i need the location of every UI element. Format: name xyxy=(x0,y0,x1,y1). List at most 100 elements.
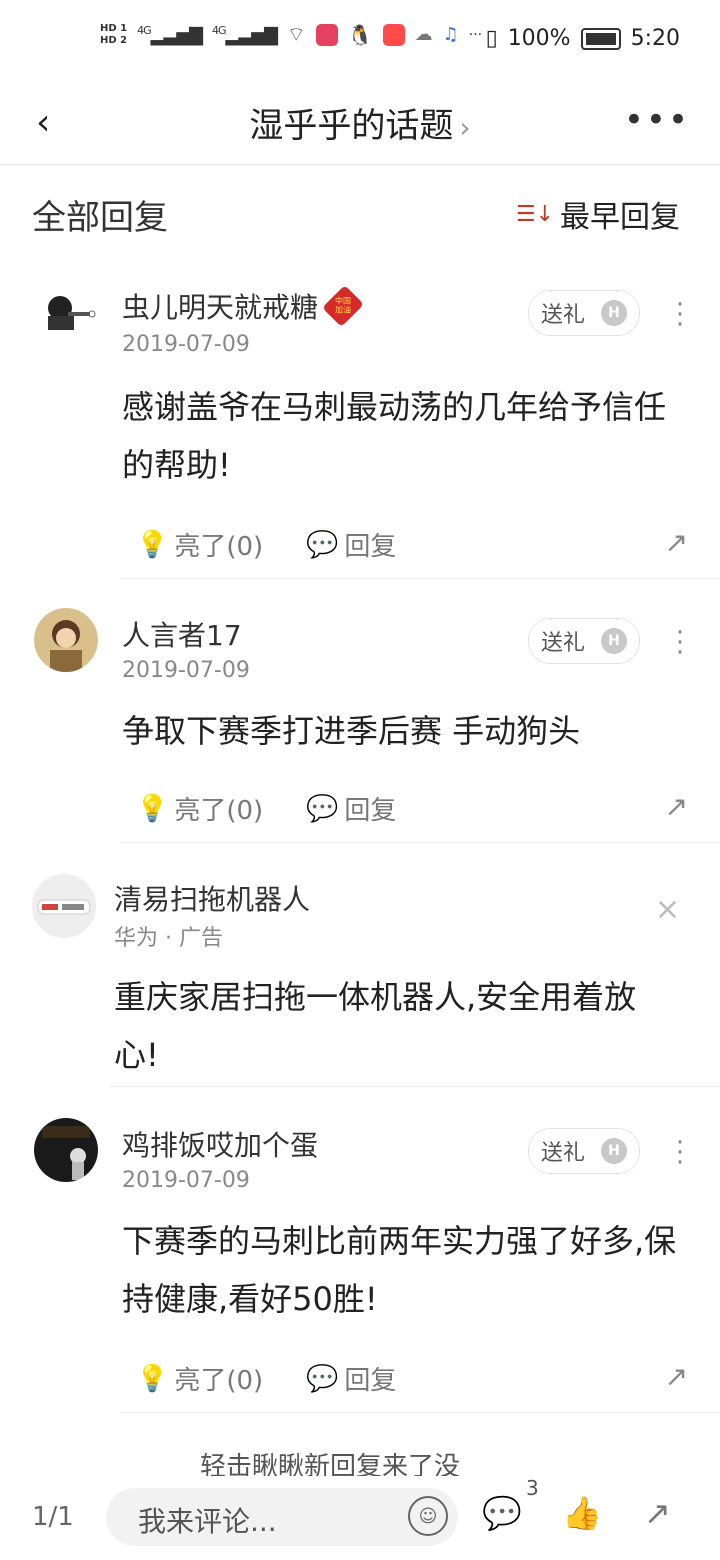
sort-icon: ☰↓ xyxy=(515,201,554,227)
username[interactable]: 鸡排饭哎加个蛋 xyxy=(122,1124,318,1164)
reader-app-icon xyxy=(315,23,338,46)
page-title[interactable]: 湿乎乎的话题 › xyxy=(0,98,720,147)
gift-label: 送礼 xyxy=(540,631,585,656)
wifi-icon: ⌔ xyxy=(286,22,306,46)
nav-bar: ‹ 湿乎乎的话题 › ••• xyxy=(0,84,720,165)
post-date: 2019-07-09 xyxy=(122,1168,250,1193)
comments-icon[interactable]: 💬 xyxy=(482,1494,522,1532)
lightbulb-icon: 💡 xyxy=(136,1363,169,1394)
ad-content: 重庆家居扫拖一体机器人,安全用着放心! xyxy=(114,978,637,1074)
battery-icon xyxy=(580,27,621,50)
gift-label: 送礼 xyxy=(540,303,585,328)
ad-meta: 华为 · 广告 xyxy=(114,926,223,951)
username[interactable]: 人言者17 xyxy=(122,614,242,654)
ad-avatar xyxy=(32,874,96,938)
avatar[interactable] xyxy=(34,1118,98,1182)
comment-input[interactable]: 我来评论... ☺ xyxy=(106,1488,458,1546)
qq-icon: 🐧 xyxy=(347,22,373,47)
china-badge: 中国加油 xyxy=(322,285,364,327)
status-left: HD 1 HD 2 4G▂▃▅▇ 4G▂▃▅▇ ⌔ 🐧 ☁ ♫ ··· xyxy=(100,22,482,47)
reply-label: 回复 xyxy=(344,1366,397,1396)
coin-icon: H xyxy=(601,628,627,654)
divider xyxy=(110,1086,720,1087)
vibrate-icon: ▯ xyxy=(485,26,498,51)
divider xyxy=(120,842,720,843)
share-icon[interactable]: ↗ xyxy=(665,1360,688,1393)
close-icon[interactable]: × xyxy=(655,892,680,927)
like-label: 亮了(0) xyxy=(174,532,264,562)
reply-button[interactable]: 💬 回复 xyxy=(306,790,396,827)
gift-button[interactable]: 送礼 H xyxy=(528,618,640,664)
share-icon[interactable]: ↗ xyxy=(644,1494,671,1532)
avatar[interactable] xyxy=(34,284,98,348)
reply-content: 下赛季的马刺比前两年实力强了好多,保持健康,看好50胜! xyxy=(122,1222,677,1318)
reply-button[interactable]: 💬 回复 xyxy=(306,1360,396,1397)
comment-icon: 💬 xyxy=(306,793,339,824)
battery-percent: 100% xyxy=(507,26,571,51)
kebab-menu-icon[interactable]: · · · xyxy=(674,292,686,338)
status-bar: HD 1 HD 2 4G▂▃▅▇ 4G▂▃▅▇ ⌔ 🐧 ☁ ♫ ··· ▯ 10… xyxy=(0,0,720,84)
bottom-bar: 1/1 我来评论... ☺ 💬 3 👍 ↗ xyxy=(0,1476,720,1560)
post-date: 2019-07-09 xyxy=(122,332,250,357)
all-replies-label: 全部回复 xyxy=(32,198,168,238)
like-button[interactable]: 💡 亮了(0) xyxy=(136,1360,263,1397)
kebab-menu-icon[interactable]: · · · xyxy=(674,1130,686,1176)
lightbulb-icon: 💡 xyxy=(136,529,169,560)
clock: 5:20 xyxy=(630,26,680,51)
kebab-menu-icon[interactable]: · · · xyxy=(674,620,686,666)
comment-icon: 💬 xyxy=(306,529,339,560)
reply-label: 回复 xyxy=(344,532,397,562)
gift-button[interactable]: 送礼 H xyxy=(528,290,640,336)
like-label: 亮了(0) xyxy=(174,1366,264,1396)
share-icon[interactable]: ↗ xyxy=(665,526,688,559)
reply-button[interactable]: 💬 回复 xyxy=(306,526,396,563)
more-notifications-icon: ··· xyxy=(468,26,483,43)
ad-name-text: 清易扫拖机器人 xyxy=(114,883,311,916)
coin-icon: H xyxy=(601,1138,627,1164)
lightbulb-icon: 💡 xyxy=(136,793,169,824)
like-label: 亮了(0) xyxy=(174,796,264,826)
reply-content: 争取下赛季打进季后赛 手动狗头 xyxy=(122,712,581,750)
chevron-right-icon: › xyxy=(459,111,471,144)
page-indicator[interactable]: 1/1 xyxy=(32,1502,74,1532)
signal-icon: 4G▂▃▅▇ xyxy=(137,23,203,46)
cloud-icon: ☁ xyxy=(414,24,433,45)
coin-icon: H xyxy=(601,300,627,326)
more-options-icon[interactable]: ••• xyxy=(624,100,690,140)
huawei-app-icon xyxy=(382,23,405,46)
comment-placeholder: 我来评论... xyxy=(138,1505,277,1538)
comment-count: 3 xyxy=(526,1476,539,1500)
thumbs-up-icon[interactable]: 👍 xyxy=(562,1494,602,1532)
username-text: 虫儿明天就戒糖 xyxy=(122,291,319,324)
ad-name: 清易扫拖机器人 xyxy=(114,878,310,918)
badge-text: 中国加油 xyxy=(335,297,352,315)
music-icon: ♫ xyxy=(442,24,459,45)
username-text: 人言者17 xyxy=(122,619,242,652)
reply-actions: 💡 亮了(0) 💬 回复 ↗ xyxy=(136,526,690,576)
reply-actions: 💡 亮了(0) 💬 回复 ↗ xyxy=(136,790,690,840)
divider xyxy=(120,1412,720,1413)
comment-icon: 💬 xyxy=(306,1363,339,1394)
post-date: 2019-07-09 xyxy=(122,658,250,683)
hd1-label: HD 1 xyxy=(100,22,128,34)
reply-label: 回复 xyxy=(344,796,397,826)
gift-label: 送礼 xyxy=(540,1141,585,1166)
like-button[interactable]: 💡 亮了(0) xyxy=(136,790,263,827)
page-title-text: 湿乎乎的话题 xyxy=(249,106,454,146)
username[interactable]: 虫儿明天就戒糖 中国加油 xyxy=(122,285,364,327)
emoji-icon[interactable]: ☺ xyxy=(408,1496,448,1536)
hd-indicator: HD 1 HD 2 xyxy=(100,23,127,47)
username-text: 鸡排饭哎加个蛋 xyxy=(122,1129,319,1162)
status-right: ▯ 100% 5:20 xyxy=(486,26,680,51)
avatar[interactable] xyxy=(34,608,98,672)
reply-content: 感谢盖爷在马刺最动荡的几年给予信任的帮助! xyxy=(122,388,667,484)
divider xyxy=(120,578,720,579)
gift-button[interactable]: 送礼 H xyxy=(528,1128,640,1174)
hd2-label: HD 2 xyxy=(100,34,128,46)
signal2-label: 4G xyxy=(212,23,226,37)
share-icon[interactable]: ↗ xyxy=(665,790,688,823)
sort-button[interactable]: ☰↓ 最早回复 xyxy=(516,192,680,236)
reply-actions: 💡 亮了(0) 💬 回复 ↗ xyxy=(136,1360,690,1410)
signal-icon-2: 4G▂▃▅▇ xyxy=(212,23,278,46)
like-button[interactable]: 💡 亮了(0) xyxy=(136,526,263,563)
